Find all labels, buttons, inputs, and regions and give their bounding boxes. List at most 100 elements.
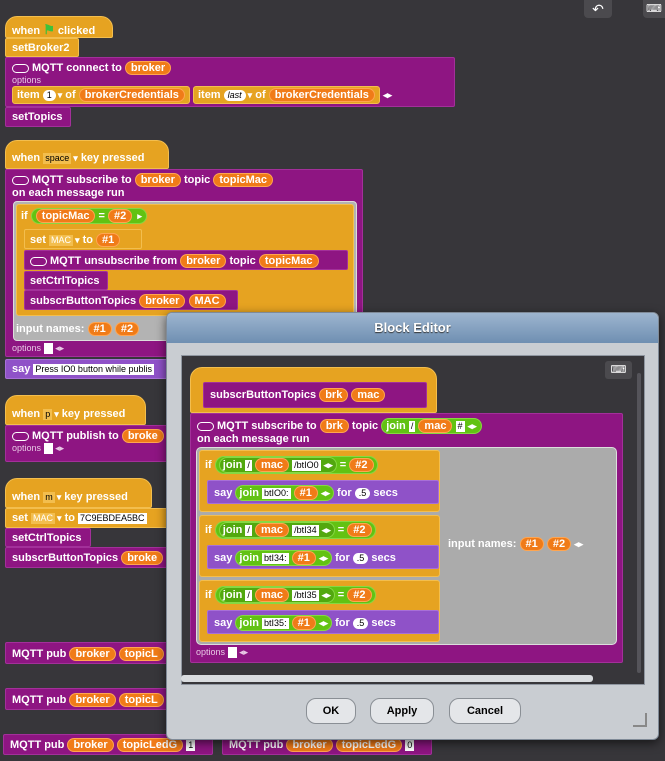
mac-var[interactable]: mac — [255, 523, 290, 537]
set-ctrl-topics-block-2[interactable]: setCtrlTopics — [5, 528, 91, 547]
topic-var[interactable]: topicL — [118, 693, 164, 707]
input-1[interactable]: #1 — [87, 322, 112, 336]
value-slot[interactable]: 0 — [405, 739, 415, 751]
subscr-button-topics-block[interactable]: subscrButtonTopics broker MAC — [24, 290, 238, 310]
when-key-pressed-hat[interactable]: when space ▾ key pressed — [5, 140, 169, 169]
var-dropdown[interactable]: MAC — [30, 512, 55, 524]
join-block[interactable]: join btIO0: #1 ◂▸ — [235, 485, 334, 501]
ok-button[interactable]: OK — [306, 698, 356, 724]
mqtt-pub-block-1[interactable]: MQTT pub broker topicL — [5, 642, 175, 664]
key-dropdown[interactable]: m — [43, 491, 55, 503]
topic-var[interactable]: topicLedG — [116, 738, 184, 752]
broker-var[interactable]: broker — [69, 647, 116, 661]
broker-var[interactable]: broke — [121, 429, 164, 443]
dropdown-arrow-icon[interactable]: ▾ — [57, 492, 62, 502]
keyboard-button[interactable]: ⌨ — [643, 0, 665, 18]
arrows-icon[interactable]: ◂▸ — [55, 343, 64, 353]
prefix-slot[interactable]: btIO0: — [262, 487, 291, 499]
key-dropdown[interactable]: space — [43, 152, 72, 164]
join-block[interactable]: join / mac /btI35 ◂▸ — [218, 587, 335, 603]
dropdown-arrow-icon[interactable]: ▾ — [75, 235, 80, 245]
slash-slot[interactable]: / — [408, 420, 416, 432]
subscr-button-topics-block-2[interactable]: subscrButtonTopics broke — [5, 547, 175, 568]
suffix-slot[interactable]: /btI34 — [292, 524, 319, 536]
prefix-slot[interactable]: btI35: — [262, 617, 289, 629]
param-1[interactable]: #1 — [291, 616, 316, 630]
mac-var[interactable]: mac — [255, 588, 290, 602]
prototype-block[interactable]: subscrButtonTopics brk mac — [203, 382, 427, 408]
equals-block[interactable]: join / mac /btI35 ◂▸ = #2 — [214, 586, 376, 604]
cancel-button[interactable]: Cancel — [449, 698, 521, 724]
slash-slot[interactable]: / — [245, 459, 252, 471]
topic-mac-var[interactable]: topicMac — [35, 209, 96, 223]
value-slot[interactable]: 1 — [186, 739, 196, 751]
arrows-icon[interactable]: ◂▸ — [239, 647, 248, 657]
when-p-key-hat[interactable]: when p ▾ key pressed — [5, 395, 146, 425]
suffix-slot[interactable]: /btI35 — [292, 589, 319, 601]
set-broker-block[interactable]: setBroker2 — [5, 38, 79, 57]
param-2[interactable]: #2 — [347, 523, 372, 537]
broker-var[interactable]: broker — [67, 738, 114, 752]
arrows-icon[interactable]: ◂▸ — [324, 460, 333, 470]
arrows-icon[interactable]: ◂▸ — [321, 488, 330, 498]
param-2[interactable]: #2 — [349, 458, 374, 472]
item-of-block-1[interactable]: item 1 ▾ of brokerCredentials — [12, 86, 190, 104]
param-2[interactable]: #2 — [108, 209, 133, 223]
item-last-slot[interactable]: last — [223, 89, 246, 101]
hash-slot[interactable]: # — [455, 420, 465, 432]
mac-value-slot[interactable]: 7C9EBDEA5BC — [78, 512, 147, 524]
param-1[interactable]: #1 — [291, 551, 316, 565]
join-block[interactable]: join btI35: #1 ◂▸ — [235, 615, 332, 631]
join-block[interactable]: join btI34: #1 ◂▸ — [235, 550, 332, 566]
when-m-key-hat[interactable]: when m ▾ key pressed — [5, 478, 152, 508]
options-slot[interactable] — [43, 343, 53, 355]
arrows-icon[interactable]: ◂▸ — [383, 90, 392, 100]
mqtt-connect-block[interactable]: MQTT connect to broker options item 1 ▾ o… — [5, 57, 455, 107]
dropdown-arrow-icon[interactable]: ▾ — [248, 90, 253, 100]
slash-slot[interactable]: / — [245, 589, 252, 601]
prefix-slot[interactable]: btI34: — [262, 552, 289, 564]
apply-button[interactable]: Apply — [370, 698, 434, 724]
slash-slot[interactable]: / — [245, 524, 252, 536]
broker-credentials-var-2[interactable]: brokerCredentials — [268, 88, 375, 102]
mqtt-pub-block-2[interactable]: MQTT pub broker topicL — [5, 688, 175, 710]
options-slot[interactable] — [43, 443, 53, 455]
param-brk[interactable]: brk — [319, 388, 349, 402]
param-1[interactable]: #1 — [96, 233, 121, 247]
dropdown-arrow-icon[interactable]: ▾ — [73, 153, 78, 163]
say-text-slot[interactable]: Press IO0 button while publis — [33, 363, 154, 375]
param-mac[interactable]: mac — [351, 388, 386, 402]
topic-var[interactable]: topicLedG — [335, 738, 403, 752]
topic-mac-var[interactable]: topicMac — [258, 254, 319, 268]
keyboard-toggle[interactable]: ⌨ — [605, 361, 632, 379]
brk-var[interactable]: brk — [319, 419, 349, 433]
arrows-icon[interactable]: ◂▸ — [322, 590, 331, 600]
set-ctrl-topics-block[interactable]: setCtrlTopics — [24, 271, 108, 290]
equals-block[interactable]: topicMac = #2 ▸ — [30, 208, 147, 224]
topic-var[interactable]: topicL — [118, 647, 164, 661]
say-block-1[interactable]: say join btIO0: #1 ◂▸ for .5 secs — [207, 480, 439, 504]
broker-var[interactable]: broker — [180, 254, 227, 268]
equals-block[interactable]: join / mac /btI34 ◂▸ = #2 — [214, 521, 376, 539]
arrows-icon[interactable]: ◂▸ — [55, 443, 64, 453]
mqtt-publish-block[interactable]: MQTT publish to broke options ◂▸ — [5, 425, 175, 462]
dropdown-arrow-icon[interactable]: ▾ — [57, 513, 62, 523]
arrow-right-icon[interactable]: ▸ — [137, 211, 142, 221]
suffix-slot[interactable]: /btIO0 — [292, 459, 321, 471]
undo-button[interactable]: ↶ — [584, 0, 612, 18]
say-block-2[interactable]: say join btI34: #1 ◂▸ for .5 secs — [207, 545, 439, 569]
horizontal-scrollbar[interactable] — [181, 675, 593, 682]
key-dropdown[interactable]: p — [43, 408, 53, 420]
mqtt-unsubscribe-block[interactable]: MQTT unsubscribe from broker topic topic… — [24, 250, 348, 270]
say-block[interactable]: say Press IO0 button while publis — [5, 359, 175, 379]
broker-var[interactable]: broker — [124, 61, 172, 75]
secs-slot[interactable]: .5 — [354, 487, 371, 499]
dialog-title-bar[interactable]: Block Editor — [167, 313, 658, 343]
secs-slot[interactable]: .5 — [352, 552, 369, 564]
options-slot[interactable] — [227, 647, 237, 659]
custom-block-hat[interactable]: subscrButtonTopics brk mac — [190, 367, 437, 413]
vertical-scrollbar[interactable] — [637, 373, 641, 673]
broker-var[interactable]: broker — [286, 738, 333, 752]
input-2[interactable]: #2 — [114, 322, 140, 336]
broker-var[interactable]: broker — [134, 173, 181, 187]
